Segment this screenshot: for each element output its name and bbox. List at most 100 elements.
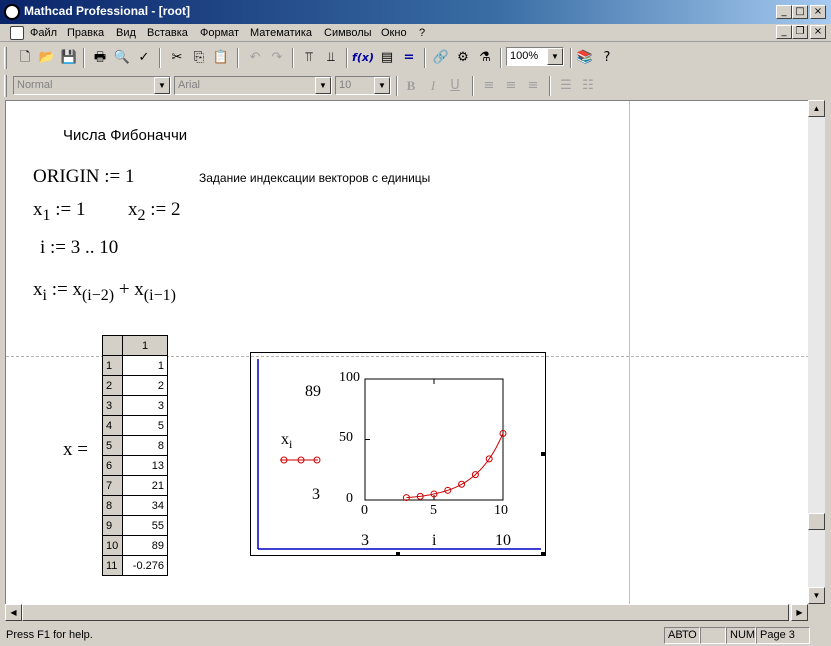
matrix-cell[interactable]: 21 bbox=[122, 475, 168, 496]
horizontal-scrollbar[interactable]: ◀ ▶ bbox=[5, 604, 808, 621]
scroll-right-button[interactable]: ▶ bbox=[791, 604, 808, 621]
print-preview-icon[interactable]: 🔍 bbox=[111, 47, 133, 69]
cut-icon[interactable]: ✂ bbox=[166, 47, 188, 69]
matrix-cell[interactable]: 5 bbox=[122, 415, 168, 436]
align-left-icon[interactable]: ≡ bbox=[478, 75, 500, 97]
range-definition[interactable]: i := 3 .. 10 bbox=[40, 237, 118, 259]
matrix-cell[interactable]: 2 bbox=[122, 375, 168, 396]
new-icon[interactable]: 🗋 bbox=[14, 47, 36, 69]
matrix-cell[interactable]: 1 bbox=[122, 355, 168, 376]
chevron-down-icon[interactable]: ▼ bbox=[374, 77, 390, 94]
insert-function-icon[interactable]: f(x) bbox=[352, 47, 374, 69]
x-lower-limit[interactable]: 3 bbox=[361, 532, 369, 550]
maximize-button[interactable]: □ bbox=[792, 5, 808, 19]
copy-icon[interactable]: ⎘ bbox=[188, 47, 210, 69]
calculate-icon[interactable]: = bbox=[398, 47, 420, 69]
matrix-cell[interactable]: 34 bbox=[122, 495, 168, 516]
redo-icon[interactable]: ↷ bbox=[266, 47, 288, 69]
x-upper-limit[interactable]: 10 bbox=[495, 532, 511, 550]
doc-close-button[interactable]: × bbox=[810, 25, 826, 39]
vertical-scrollbar[interactable]: ▲ ▼ bbox=[808, 100, 825, 604]
align-center-icon[interactable]: ≡ bbox=[500, 75, 522, 97]
y-axis-expression[interactable]: xi bbox=[281, 431, 292, 452]
toolbar-grip[interactable] bbox=[4, 75, 7, 97]
underline-icon[interactable]: U bbox=[444, 75, 466, 97]
align-right-icon[interactable]: ≡ bbox=[522, 75, 544, 97]
origin-comment[interactable]: Задание индексации векторов с единицы bbox=[199, 171, 430, 185]
scroll-left-button[interactable]: ◀ bbox=[5, 604, 22, 621]
y-lower-limit[interactable]: 3 bbox=[312, 486, 320, 504]
toolbar-grip[interactable] bbox=[4, 47, 7, 69]
y-upper-limit[interactable]: 89 bbox=[305, 383, 321, 401]
rec-mid: := x bbox=[46, 279, 82, 300]
bold-icon[interactable]: B bbox=[400, 75, 422, 97]
recurrence-definition[interactable]: xi := x(i−2) + x(i−1) bbox=[33, 279, 176, 305]
font-select[interactable]: Arial ▼ bbox=[174, 76, 332, 95]
undo-icon[interactable]: ↶ bbox=[244, 47, 266, 69]
resource-center-icon[interactable]: 📚 bbox=[574, 47, 596, 69]
font-size-select[interactable]: 10 ▼ bbox=[335, 76, 391, 95]
menu-symbols[interactable]: Символы bbox=[324, 27, 372, 39]
spellcheck-icon[interactable]: ✓ bbox=[133, 47, 155, 69]
insert-unit-icon[interactable]: ▤ bbox=[376, 47, 398, 69]
x2-subscript: 2 bbox=[137, 206, 146, 224]
doc-minimize-button[interactable]: _ bbox=[776, 25, 792, 39]
chevron-down-icon[interactable]: ▼ bbox=[315, 77, 331, 94]
italic-icon[interactable]: I bbox=[422, 75, 444, 97]
matrix-cell[interactable]: -0.276 bbox=[122, 555, 168, 576]
numbering-icon[interactable]: ☷ bbox=[577, 75, 599, 97]
x2-definition[interactable]: x2 := 2 bbox=[128, 199, 181, 225]
doc-restore-button[interactable]: ❐ bbox=[792, 25, 808, 39]
menu-view[interactable]: Вид bbox=[116, 27, 136, 39]
scroll-up-button[interactable]: ▲ bbox=[808, 100, 825, 117]
matrix-column-header: 1 bbox=[122, 335, 168, 356]
print-icon[interactable]: 🖶 bbox=[89, 47, 111, 69]
heading-text[interactable]: Числа Фибоначчи bbox=[63, 127, 187, 144]
x1-definition[interactable]: x1 := 1 bbox=[33, 199, 86, 225]
x-axis-expression[interactable]: i bbox=[432, 532, 436, 550]
close-button[interactable]: × bbox=[810, 5, 826, 19]
origin-definition[interactable]: ORIGIN := 1 bbox=[33, 166, 135, 188]
x1-rest: := 1 bbox=[50, 199, 86, 220]
chevron-down-icon[interactable]: ▼ bbox=[547, 48, 563, 65]
save-icon[interactable]: 💾 bbox=[58, 47, 80, 69]
menu-insert[interactable]: Вставка bbox=[147, 27, 188, 39]
align-down-icon[interactable]: ⫫ bbox=[320, 47, 342, 69]
open-icon[interactable]: 📂 bbox=[36, 47, 58, 69]
matrix-cell[interactable]: 55 bbox=[122, 515, 168, 536]
scroll-down-button[interactable]: ▼ bbox=[808, 587, 825, 604]
worksheet[interactable]: Числа Фибоначчи ORIGIN := 1 Задание инде… bbox=[5, 100, 808, 604]
matrix-cell[interactable]: 89 bbox=[122, 535, 168, 556]
matrix-label[interactable]: x = bbox=[63, 439, 88, 461]
run-script-icon[interactable]: ⚗ bbox=[474, 47, 496, 69]
menu-format[interactable]: Формат bbox=[200, 27, 239, 39]
help-icon[interactable]: ? bbox=[596, 47, 618, 69]
chevron-down-icon[interactable]: ▼ bbox=[154, 77, 170, 94]
mathcad-app-icon[interactable] bbox=[4, 4, 20, 20]
result-matrix[interactable]: 1 1 1 2 2 3 3 4 5 5 8 6 13 7 21 8 34 9 55 10 89 11 -0.276 bbox=[102, 335, 168, 576]
menu-window[interactable]: Окно bbox=[381, 27, 407, 39]
align-top-icon[interactable]: ⫪ bbox=[298, 47, 320, 69]
menu-edit[interactable]: Правка bbox=[67, 27, 104, 39]
resize-handle-corner[interactable] bbox=[541, 552, 545, 556]
bullets-icon[interactable]: ☰ bbox=[555, 75, 577, 97]
insert-hyperlink-icon[interactable]: 🔗 bbox=[430, 47, 452, 69]
y-tick-label-bottom: 0 bbox=[346, 491, 353, 506]
menu-math[interactable]: Математика bbox=[250, 27, 312, 39]
matrix-cell[interactable]: 3 bbox=[122, 395, 168, 416]
horizontal-scroll-thumb[interactable] bbox=[22, 604, 789, 621]
matrix-cell[interactable]: 8 bbox=[122, 435, 168, 456]
style-select[interactable]: Normal ▼ bbox=[13, 76, 171, 95]
paste-icon[interactable]: 📋 bbox=[210, 47, 232, 69]
menu-help[interactable]: ? bbox=[419, 27, 425, 39]
resize-handle-bottom[interactable] bbox=[396, 552, 400, 556]
resize-handle-right[interactable] bbox=[541, 452, 545, 456]
zoom-select[interactable]: 100% ▼ bbox=[506, 47, 564, 66]
matrix-cell[interactable]: 13 bbox=[122, 455, 168, 476]
menu-file[interactable]: Файл bbox=[30, 27, 57, 39]
xy-plot[interactable]: 100 50 0 0 5 10 89 xi 3 3 i 10 bbox=[250, 352, 546, 556]
component-wizard-icon[interactable]: ⚙ bbox=[452, 47, 474, 69]
vertical-scroll-thumb[interactable] bbox=[808, 513, 825, 530]
minimize-button[interactable]: _ bbox=[776, 5, 792, 19]
document-icon[interactable] bbox=[10, 26, 24, 40]
